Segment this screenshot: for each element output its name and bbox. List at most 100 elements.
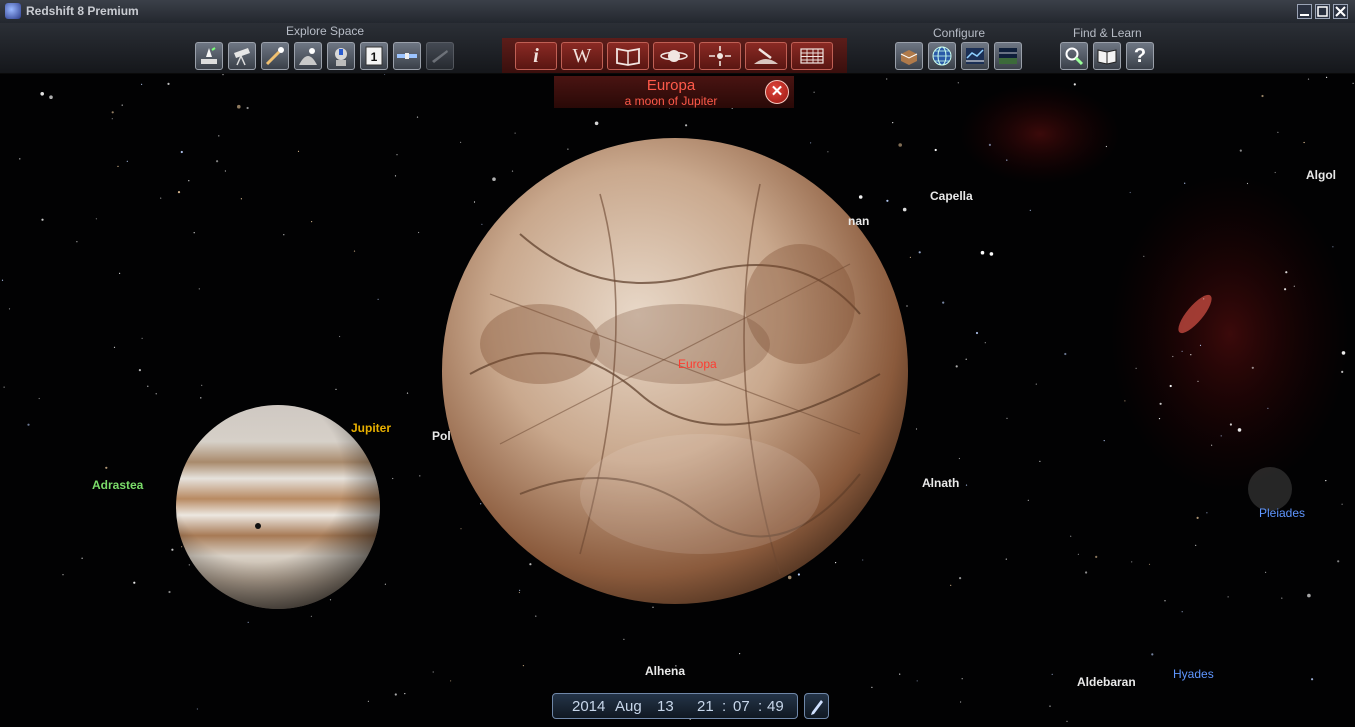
aldebaran-label[interactable]: Aldebaran [1077,675,1136,689]
star [237,104,241,109]
star [218,135,220,137]
datetime-display[interactable]: 2014 Aug 13 21 : 07 : 49 [552,693,798,719]
telescope-icon [234,48,250,66]
horizon-view-button[interactable] [994,42,1022,70]
jupiter-label[interactable]: Jupiter [351,421,391,435]
year-field[interactable]: 2014 [572,698,605,715]
wikipedia-button[interactable]: W [561,42,603,70]
star [62,574,64,576]
book-button[interactable] [607,42,649,70]
planet-surface-button[interactable] [294,42,322,70]
star [518,591,521,594]
star [902,207,907,212]
star [1184,182,1186,184]
search-button[interactable] [1060,42,1088,70]
hyades-label[interactable]: Hyades [1173,667,1214,681]
star [418,231,420,234]
star [899,673,901,675]
satellite-button[interactable] [393,42,421,70]
star [3,386,5,388]
maximize-icon [1317,6,1328,17]
star [965,484,968,486]
pleiades-label[interactable]: Pleiades [1259,506,1305,520]
find-learn-label: Find & Learn [1073,26,1142,40]
month-field[interactable]: Aug [615,698,642,715]
minimize-button[interactable] [1297,4,1312,19]
spacecraft-button[interactable] [426,42,454,70]
star [858,195,863,199]
star [1293,285,1295,287]
data-grid-icon [800,48,824,64]
capella-label[interactable]: Capella [930,189,973,203]
star [797,573,801,576]
center-target-button[interactable] [699,42,741,70]
star [1199,344,1202,346]
launch-button[interactable] [195,42,223,70]
pencil-icon [811,700,823,715]
hour-field[interactable]: 21 [697,698,714,715]
pollux-label[interactable]: Pol [432,429,451,443]
star [384,583,386,585]
alhena-label[interactable]: Alhena [645,664,685,678]
astronaut-info-button[interactable] [327,42,355,70]
alnath-label[interactable]: Alnath [922,476,959,490]
star [1143,255,1145,257]
star [1196,516,1199,519]
close-info-button[interactable]: ✕ [765,80,789,104]
star [200,397,202,399]
book-icon [616,47,640,66]
star [950,584,952,586]
close-window-button[interactable] [1333,4,1348,19]
sky-settings-button[interactable] [961,42,989,70]
europa-moon[interactable] [442,138,908,604]
minimize-icon [1300,14,1309,16]
star [915,428,918,430]
telescope-button[interactable] [228,42,256,70]
star [1337,560,1340,563]
adrastea-label[interactable]: Adrastea [92,478,143,492]
star [450,680,452,682]
star [384,74,386,75]
algol-label[interactable]: Algol [1306,168,1336,182]
calendar-day-button[interactable]: 1 [360,42,388,70]
book-box-button[interactable] [895,42,923,70]
open-book-button[interactable] [1093,42,1121,70]
minute-field[interactable]: 07 [733,698,750,715]
second-field[interactable]: 49 [767,698,784,715]
star [419,475,421,477]
star [1251,366,1254,369]
europa-sky-label[interactable]: Europa [678,357,717,371]
star [1051,673,1053,676]
star [959,577,962,580]
landing-icon [754,48,778,64]
partial-star-label[interactable]: nan [848,214,869,228]
star [958,457,961,460]
star [1164,600,1166,602]
star [1307,593,1311,598]
planet-rings-button[interactable] [653,42,695,70]
star [1151,653,1154,656]
day-field[interactable]: 13 [657,698,674,715]
globe-grid-button[interactable] [928,42,956,70]
star [81,557,83,559]
star [133,581,136,584]
comet-button[interactable] [261,42,289,70]
maximize-button[interactable] [1315,4,1330,19]
star [481,223,483,225]
info-button[interactable]: i [515,42,557,70]
data-grid-button[interactable] [791,42,833,70]
star [1325,480,1327,482]
planet-surface-icon [299,48,317,65]
star [41,218,44,221]
help-button[interactable]: ? [1126,42,1154,70]
app-icon [5,3,21,19]
edit-time-button[interactable] [804,693,829,719]
landing-button[interactable] [745,42,787,70]
star [522,665,525,667]
star [1105,145,1107,148]
sky-view[interactable]: Europa Jupiter Adrastea Pol Capella nan … [0,74,1355,727]
jupiter-planet[interactable] [176,405,380,609]
star [283,234,285,236]
star [827,151,829,153]
star [8,308,11,310]
